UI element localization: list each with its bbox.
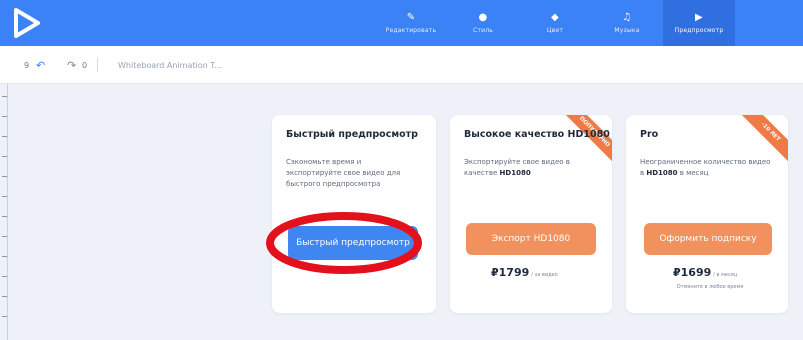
top-bar: ✎ Редактировать ● Стиль ◆ Цвет ♫ Музыка …	[0, 0, 803, 46]
nav-item-label: Редактировать	[385, 27, 437, 34]
hd1080-price: ₽1799/ за видео	[491, 266, 558, 279]
nav-item-label: Музыка	[614, 27, 640, 34]
nav-item-edit[interactable]: ✎ Редактировать	[375, 0, 447, 46]
style-icon: ●	[478, 12, 488, 23]
card-title: Высокое качество HD1080	[464, 129, 610, 140]
pro-price: ₽1699/ в месяц	[673, 266, 738, 279]
edit-icon: ✎	[406, 12, 416, 23]
color-icon: ◆	[551, 12, 559, 23]
main-nav: ✎ Редактировать ● Стиль ◆ Цвет ♫ Музыка …	[375, 0, 735, 46]
undo-count: 9	[24, 61, 30, 70]
subscribe-button[interactable]: Оформить подписку	[644, 223, 772, 255]
card-title: Быстрый предпросмотр	[286, 129, 418, 140]
nav-item-preview[interactable]: ▶ Предпросмотр	[663, 0, 735, 46]
quick-preview-card: Быстрый предпросмотр Сэкономьте время и …	[272, 115, 436, 313]
redo-count: 0	[82, 61, 88, 70]
nav-item-style[interactable]: ● Стиль	[447, 0, 519, 46]
card-description: Неограниченное количество видео в HD1080…	[640, 158, 771, 177]
app-logo-icon[interactable]	[10, 6, 44, 40]
card-title: Pro	[640, 129, 659, 140]
play-icon: ▶	[695, 12, 703, 23]
nav-item-color[interactable]: ◆ Цвет	[519, 0, 591, 46]
vertical-ruler	[0, 84, 8, 340]
nav-item-label: Стиль	[473, 27, 493, 34]
editor-toolbar: 9 ↶ ↷ 0 Whiteboard Animation T...	[0, 46, 803, 84]
cancel-anytime-note: Отмените в любое время	[676, 284, 744, 290]
redo-icon[interactable]: ↷	[67, 59, 76, 72]
toolbar-divider	[97, 58, 98, 72]
nav-item-label: Предпросмотр	[674, 27, 724, 34]
undo-icon[interactable]: ↶	[36, 59, 45, 72]
nav-item-music[interactable]: ♫ Музыка	[591, 0, 663, 46]
music-icon: ♫	[622, 12, 632, 23]
card-description: Экспортируйте свое видео в качестве HD10…	[464, 158, 570, 177]
card-description: Сэкономьте время и экспортируйте свое ви…	[286, 158, 401, 188]
nav-item-label: Цвет	[546, 27, 564, 34]
hd1080-card: ПОПУЛЯРНО Высокое качество HD1080 Экспор…	[450, 115, 612, 313]
quick-preview-button[interactable]: Быстрый предпросмотр	[288, 226, 418, 260]
project-title[interactable]: Whiteboard Animation T...	[118, 61, 222, 70]
export-hd1080-button[interactable]: Экспорт HD1080	[466, 223, 596, 255]
